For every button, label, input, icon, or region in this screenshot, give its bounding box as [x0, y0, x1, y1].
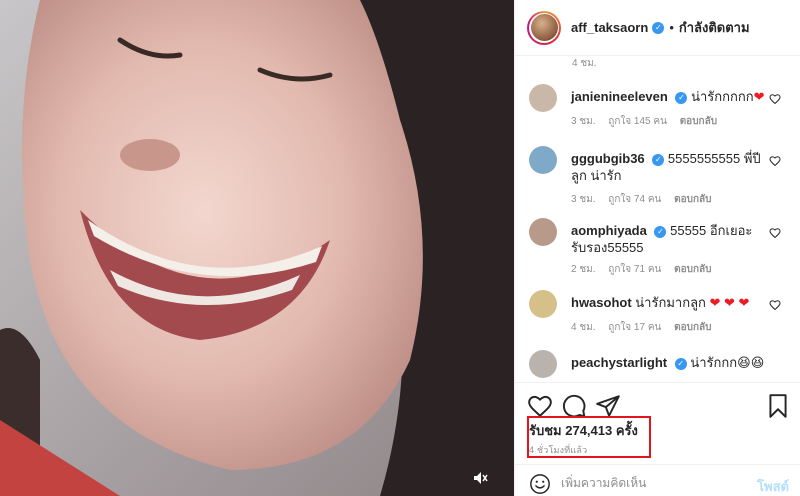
verified-badge-icon: ✓	[652, 21, 665, 34]
separator-dot: •	[669, 20, 674, 35]
laughing-emoji: 😆😆	[737, 355, 765, 370]
author-username[interactable]: aff_taksaorn	[571, 20, 648, 35]
heart-emoji: ❤ ❤ ❤	[709, 295, 750, 310]
comment-text: น่ารักมากลูก	[635, 295, 706, 310]
comment-username[interactable]: janienineeleven	[571, 89, 668, 104]
comment-text: น่ารักกกกก	[691, 89, 754, 104]
post-side-panel: aff_taksaorn ✓ • กำลังติดตาม 4 ชม. janie…	[514, 0, 800, 496]
comment-username[interactable]: hwasohot	[571, 295, 632, 310]
bookmark-icon[interactable]	[765, 393, 791, 419]
comment-time: 3 ชม.	[571, 116, 596, 127]
add-comment-bar: โพสต์	[515, 464, 800, 496]
comment-likes[interactable]: ถูกใจ 17 คน	[608, 322, 661, 333]
partial-comment-meta: 4 ชม.	[572, 58, 597, 69]
reply-button[interactable]: ตอบกลับ	[680, 116, 717, 127]
video-frame-illustration	[0, 0, 514, 496]
comment-avatar[interactable]	[529, 350, 557, 378]
comment-like-heart-icon[interactable]	[769, 155, 781, 167]
comment-meta: 4 ชม. ถูกใจ 17 คน ตอบกลับ	[571, 320, 722, 335]
comment-meta: 3 ชม. ถูกใจ 74 คน ตอบกลับ	[571, 192, 722, 207]
following-button[interactable]: กำลังติดตาม	[679, 17, 750, 38]
comment-username[interactable]: aomphiyada	[571, 223, 647, 238]
comment-username[interactable]: peachystarlight	[571, 355, 667, 370]
post-header: aff_taksaorn ✓ • กำลังติดตาม	[515, 0, 800, 56]
post-button[interactable]: โพสต์	[757, 476, 789, 496]
verified-badge-icon: ✓	[675, 91, 688, 104]
verified-badge-icon: ✓	[654, 225, 667, 238]
comment-likes[interactable]: ถูกใจ 145 คน	[608, 116, 667, 127]
heart-emoji: ❤	[753, 89, 765, 104]
comment-time: 3 ชม.	[571, 194, 596, 205]
reply-button[interactable]: ตอบกลับ	[674, 264, 711, 275]
comment-like-heart-icon[interactable]	[769, 227, 781, 239]
comment-time: 2 ชม.	[571, 264, 596, 275]
comment-meta: 2 ชม. ถูกใจ 71 คน ตอบกลับ	[571, 262, 722, 277]
avatar	[530, 14, 558, 41]
highlight-box	[527, 416, 651, 458]
comment-username[interactable]: gggubgib36	[571, 151, 645, 166]
comment-avatar[interactable]	[529, 218, 557, 246]
comment-like-heart-icon[interactable]	[769, 299, 781, 311]
reply-button[interactable]: ตอบกลับ	[674, 194, 711, 205]
comment-input[interactable]	[561, 473, 747, 493]
reply-button[interactable]: ตอบกลับ	[674, 322, 711, 333]
comment-text: น่ารักกก	[690, 355, 738, 370]
emoji-icon[interactable]	[529, 473, 551, 495]
comment-avatar[interactable]	[529, 146, 557, 174]
post-video[interactable]	[0, 0, 514, 496]
comments-list[interactable]: 4 ชม. janienineeleven ✓ น่ารักกกกก❤ 3 ชม…	[515, 56, 800, 382]
author-avatar[interactable]	[527, 10, 561, 45]
comment-likes[interactable]: ถูกใจ 74 คน	[608, 194, 661, 205]
mute-button[interactable]	[472, 470, 500, 496]
comment-avatar[interactable]	[529, 84, 557, 112]
comment-time: 4 ชม.	[571, 322, 596, 333]
comment-meta: 3 ชม. ถูกใจ 145 คน ตอบกลับ	[571, 114, 727, 129]
comment-like-heart-icon[interactable]	[769, 93, 781, 105]
comment-likes[interactable]: ถูกใจ 71 คน	[608, 264, 661, 275]
verified-badge-icon: ✓	[674, 357, 687, 370]
comment-avatar[interactable]	[529, 290, 557, 318]
verified-badge-icon: ✓	[652, 153, 665, 166]
mute-icon	[474, 472, 488, 484]
